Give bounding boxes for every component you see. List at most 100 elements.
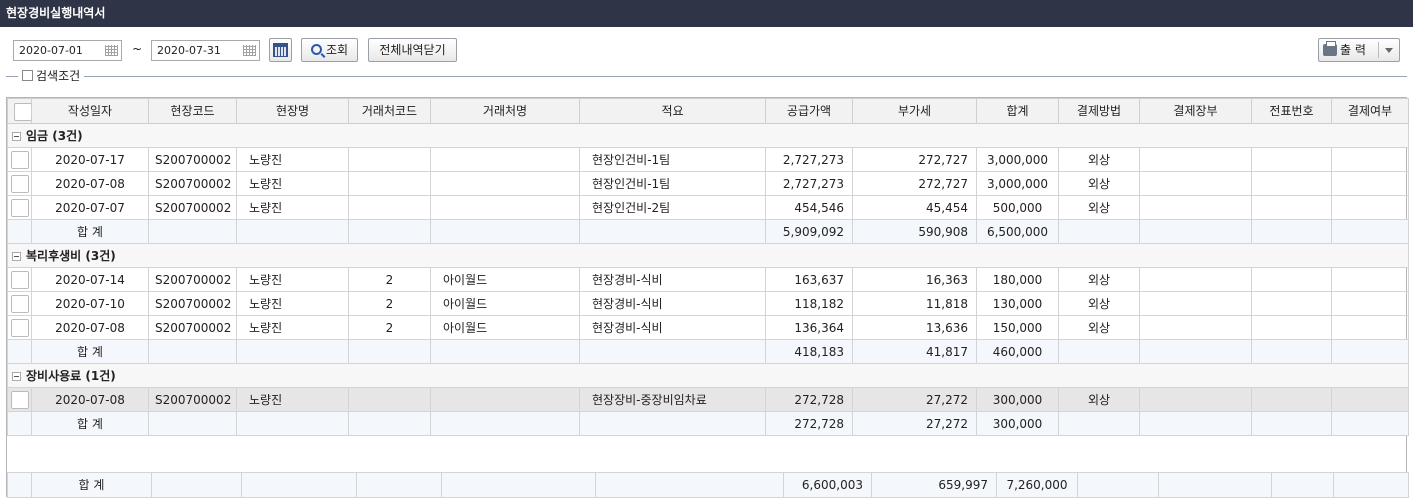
cell-paid[interactable] [1331,387,1409,412]
cell-pay-book[interactable] [1139,147,1252,172]
cell-pay-method[interactable]: 외상 [1058,315,1140,340]
cell-paid[interactable] [1331,267,1409,292]
cell-site-name[interactable]: 노량진 [236,387,349,412]
search-button[interactable]: 조회 [301,38,358,62]
cell-site-name[interactable]: 노량진 [236,267,349,292]
cell-vendor-name[interactable]: 아이월드 [430,291,580,316]
row-select-cell[interactable] [7,147,32,172]
group-row[interactable]: 임금 (3건) [7,123,1409,148]
table-row[interactable]: 2020-07-17 S200700002 노량진 현장인건비-1팀 2,727,273… [7,147,1409,172]
cell-vendor-code[interactable]: 2 [348,291,431,316]
cell-pay-method[interactable]: 외상 [1058,195,1140,220]
cell-pay-method[interactable]: 외상 [1058,291,1140,316]
collapse-icon[interactable] [12,251,21,261]
cell-vendor-name[interactable]: 아이월드 [430,315,580,340]
column-header[interactable]: 결제방법 [1058,98,1140,124]
select-all-header[interactable] [7,98,32,124]
cell-voucher[interactable] [1251,315,1332,340]
row-select-cell[interactable] [7,315,32,340]
cell-pay-book[interactable] [1139,387,1252,412]
group-row[interactable]: 장비사용료 (1건) [7,363,1409,388]
collapse-icon[interactable] [12,131,21,141]
column-header[interactable]: 부가세 [852,98,977,124]
cell-memo[interactable]: 현장경비-식비 [579,291,766,316]
cell-vendor-name[interactable] [430,171,580,196]
cell-vat[interactable]: 272,727 [852,147,977,172]
cell-pay-method[interactable]: 외상 [1058,267,1140,292]
cell-memo[interactable]: 현장인건비-2팀 [579,195,766,220]
cell-vendor-name[interactable] [430,195,580,220]
cell-vat[interactable]: 13,636 [852,315,977,340]
cell-site-code[interactable]: S200700002 [148,291,237,316]
cell-site-name[interactable]: 노량진 [236,147,349,172]
cell-vendor-name[interactable] [430,387,580,412]
chevron-down-icon[interactable] [1385,48,1393,53]
calendar-icon[interactable] [243,45,256,56]
cell-paid[interactable] [1331,147,1409,172]
cell-vendor-name[interactable]: 아이월드 [430,267,580,292]
cell-memo[interactable]: 현장경비-식비 [579,315,766,340]
cell-pay-book[interactable] [1139,171,1252,196]
column-header[interactable]: 거래처명 [430,98,580,124]
cell-site-name[interactable]: 노량진 [236,291,349,316]
date-from-input[interactable]: 2020-07-01 [13,40,122,61]
column-header[interactable]: 결제장부 [1139,98,1252,124]
cell-site-code[interactable]: S200700002 [148,147,237,172]
row-checkbox[interactable] [10,319,29,337]
cell-supply[interactable]: 454,546 [765,195,853,220]
cell-supply[interactable]: 163,637 [765,267,853,292]
cell-site-name[interactable]: 노량진 [236,195,349,220]
date-to-input[interactable]: 2020-07-31 [151,40,260,61]
cell-vendor-code[interactable] [348,171,431,196]
column-header[interactable]: 현장코드 [148,98,237,124]
cell-date[interactable]: 2020-07-08 [31,387,149,412]
table-row[interactable]: 2020-07-07 S200700002 노량진 현장인건비-2팀 454,546 45… [7,195,1409,220]
cell-site-code[interactable]: S200700002 [148,195,237,220]
table-row[interactable]: 2020-07-14 S200700002 노량진 2 아이월드 현장경비-식비 163,6… [7,267,1409,292]
cell-pay-book[interactable] [1139,195,1252,220]
cell-vendor-code[interactable]: 2 [348,267,431,292]
cell-site-code[interactable]: S200700002 [148,171,237,196]
cell-memo[interactable]: 현장경비-식비 [579,267,766,292]
cell-site-code[interactable]: S200700002 [148,315,237,340]
cell-vat[interactable]: 11,818 [852,291,977,316]
column-header[interactable]: 적요 [579,98,766,124]
cell-date[interactable]: 2020-07-08 [31,171,149,196]
row-checkbox[interactable] [10,271,29,289]
cell-site-name[interactable]: 노량진 [236,315,349,340]
cell-pay-method[interactable]: 외상 [1058,171,1140,196]
row-checkbox[interactable] [10,391,29,409]
table-row[interactable]: 2020-07-08 S200700002 노량진 현장장비-중장비임차료 272,72… [7,387,1409,412]
cell-supply[interactable]: 272,728 [765,387,853,412]
cell-voucher[interactable] [1251,291,1332,316]
cell-date[interactable]: 2020-07-17 [31,147,149,172]
cell-total[interactable]: 180,000 [976,267,1059,292]
search-conditions-toggle[interactable]: 검색조건 [18,68,85,84]
cell-total[interactable]: 3,000,000 [976,147,1059,172]
cell-total[interactable]: 300,000 [976,387,1059,412]
calendar-button[interactable] [269,38,292,62]
table-row[interactable]: 2020-07-08 S200700002 노량진 2 아이월드 현장경비-식비 136,3… [7,315,1409,340]
cell-vendor-code[interactable] [348,195,431,220]
cell-memo[interactable]: 현장인건비-1팀 [579,147,766,172]
cell-supply[interactable]: 136,364 [765,315,853,340]
column-header[interactable]: 공급가액 [765,98,853,124]
cell-voucher[interactable] [1251,267,1332,292]
cell-vendor-code[interactable]: 2 [348,315,431,340]
row-select-cell[interactable] [7,291,32,316]
cell-paid[interactable] [1331,315,1409,340]
cell-paid[interactable] [1331,171,1409,196]
row-select-cell[interactable] [7,267,32,292]
cell-vendor-code[interactable] [348,387,431,412]
cell-supply[interactable]: 2,727,273 [765,147,853,172]
cell-site-code[interactable]: S200700002 [148,267,237,292]
cell-memo[interactable]: 현장장비-중장비임차료 [579,387,766,412]
table-row[interactable]: 2020-07-08 S200700002 노량진 현장인건비-1팀 2,727,273… [7,171,1409,196]
cell-memo[interactable]: 현장인건비-1팀 [579,171,766,196]
column-header[interactable]: 결제여부 [1331,98,1409,124]
row-checkbox[interactable] [10,151,29,169]
cell-total[interactable]: 130,000 [976,291,1059,316]
cell-vendor-code[interactable] [348,147,431,172]
cell-pay-method[interactable]: 외상 [1058,387,1140,412]
collapse-icon[interactable] [12,371,21,381]
